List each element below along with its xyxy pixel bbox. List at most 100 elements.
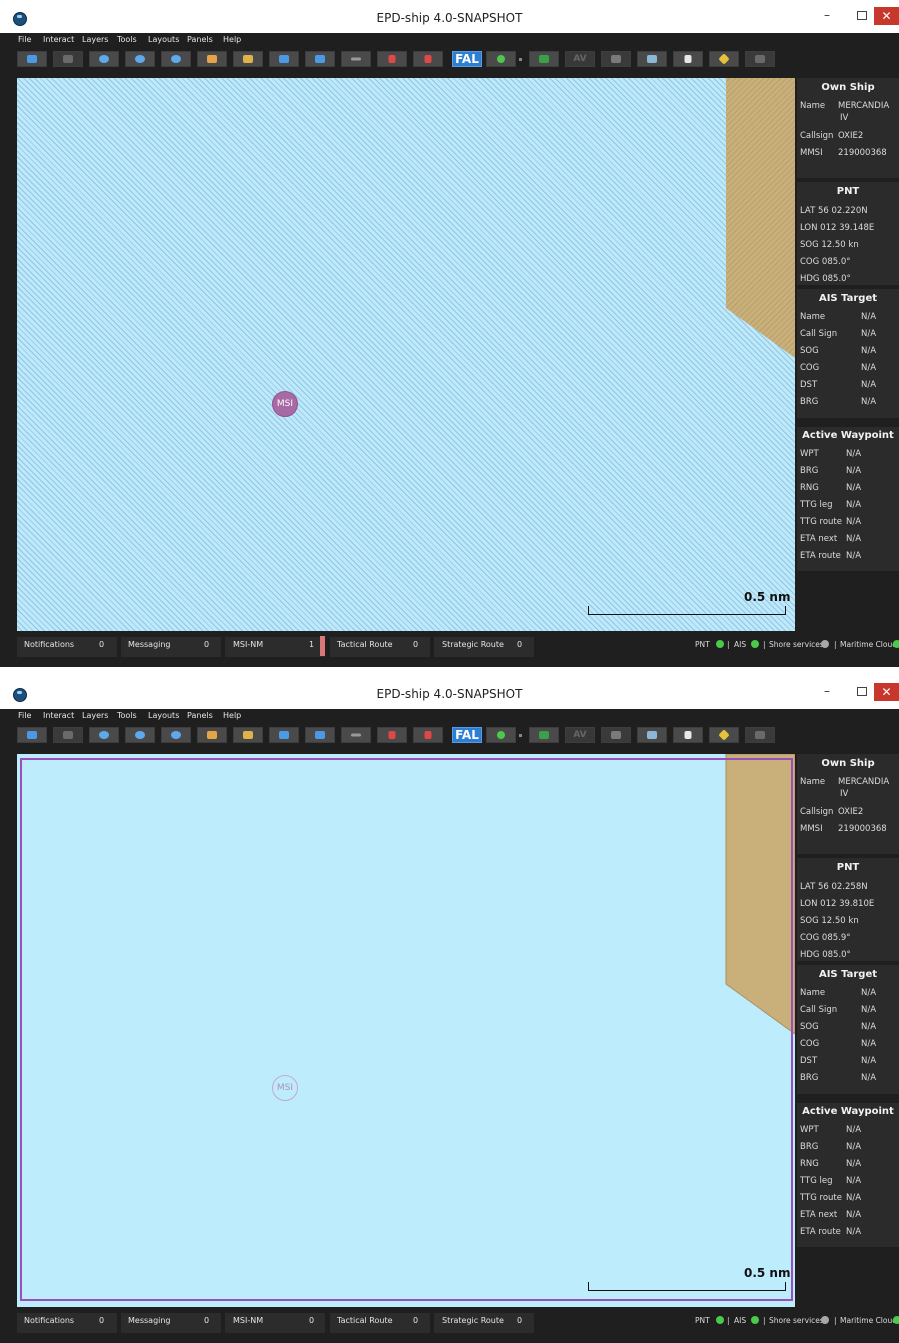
route-pin-button[interactable] (413, 51, 443, 67)
map-icon (647, 731, 657, 739)
tactical-route-label: Tactical Route (337, 640, 393, 649)
ais-name-label: Name (800, 312, 826, 322)
ais-sog-label: SOG (800, 1022, 819, 1032)
ais-callsign-label: Call Sign (800, 1005, 838, 1015)
nogo-button[interactable] (529, 51, 559, 67)
route-button[interactable] (305, 727, 335, 743)
zoom-fit-button[interactable] (161, 727, 191, 743)
menu-file[interactable]: File (18, 711, 31, 720)
document-button[interactable] (673, 51, 703, 67)
route-button[interactable] (305, 51, 335, 67)
menu-panels[interactable]: Panels (187, 711, 213, 720)
pnt-status-led (716, 640, 724, 648)
shore-services-label: Shore services (769, 640, 824, 649)
back-button[interactable] (17, 51, 47, 67)
fal-button[interactable]: FAL (452, 727, 482, 743)
layer-button[interactable] (601, 51, 631, 67)
minimize-button[interactable]: – (818, 683, 836, 701)
pnt-sog: SOG 12.50 kn (800, 916, 859, 926)
close-button[interactable]: ✕ (874, 683, 899, 701)
zoom-in-button[interactable] (89, 51, 119, 67)
ais-sog-label: SOG (800, 346, 819, 356)
ais-name-label: Name (800, 988, 826, 998)
menu-panels[interactable]: Panels (187, 35, 213, 44)
ttg-route-label: TTG route (800, 1193, 842, 1203)
new-waypoint-button[interactable] (377, 51, 407, 67)
chart-map[interactable]: MSI 0.5 nm (17, 754, 795, 1307)
shore-services-label: Shore services (769, 1316, 824, 1325)
ais-status-button[interactable] (486, 727, 516, 743)
messaging-label: Messaging (128, 640, 171, 649)
menu-file[interactable]: File (18, 35, 31, 44)
tactical-route-label: Tactical Route (337, 1316, 393, 1325)
center-button[interactable] (269, 51, 299, 67)
menu-help[interactable]: Help (223, 35, 241, 44)
menu-interact[interactable]: Interact (43, 35, 74, 44)
map-button[interactable] (637, 51, 667, 67)
zoom-fit-button[interactable] (161, 51, 191, 67)
menu-interact[interactable]: Interact (43, 711, 74, 720)
scale-label: 0.5 nm (744, 1266, 791, 1280)
ais-cog-value: N/A (861, 1039, 877, 1049)
status-bar: Notifications 0 Messaging 0 MSI-NM 1 Tac… (0, 634, 899, 662)
menu-tools[interactable]: Tools (117, 35, 137, 44)
chart-map[interactable]: MSI 0.5 nm (17, 78, 795, 631)
menu-layouts[interactable]: Layouts (148, 35, 179, 44)
warning-sign-button[interactable] (709, 727, 739, 743)
forward-button[interactable] (53, 51, 83, 67)
forward-button[interactable] (53, 727, 83, 743)
msi-nm-count: 0 (309, 1316, 315, 1325)
zoom-out-button[interactable] (125, 51, 155, 67)
status-bar: Notifications 0 Messaging 0 MSI-NM 0 Tac… (0, 1310, 899, 1338)
maritime-cloud-label: Maritime Cloud (840, 640, 897, 649)
maximize-button[interactable] (852, 683, 870, 701)
messaging-count: 0 (204, 1316, 210, 1325)
av-button[interactable]: AV (565, 51, 595, 67)
ruler-button[interactable] (233, 51, 263, 67)
tools-button[interactable] (341, 51, 371, 67)
close-button[interactable]: ✕ (874, 7, 899, 25)
ruler-icon (243, 55, 253, 63)
layer-button[interactable] (601, 727, 631, 743)
zoom-in-icon (99, 55, 109, 63)
msi-marker[interactable]: MSI (272, 391, 298, 417)
nogo-icon (539, 55, 549, 63)
ais-status-button[interactable] (486, 51, 516, 67)
ttg-leg-label: TTG leg (800, 500, 833, 510)
fal-button[interactable]: FAL (452, 51, 482, 67)
nogo-button[interactable] (529, 727, 559, 743)
pan-button[interactable] (197, 727, 227, 743)
maximize-button[interactable] (852, 7, 870, 25)
av-button[interactable]: AV (565, 727, 595, 743)
wpt-label: WPT (800, 449, 819, 459)
ruler-button[interactable] (233, 727, 263, 743)
minimize-button[interactable]: – (818, 7, 836, 25)
menu-tools[interactable]: Tools (117, 711, 137, 720)
zoom-out-icon (135, 55, 145, 63)
ais-dst-label: DST (800, 1056, 818, 1066)
document-button[interactable] (673, 727, 703, 743)
route-pin-button[interactable] (413, 727, 443, 743)
msi-area-boundary (20, 758, 793, 1301)
land-polygon (726, 78, 795, 358)
wp-rng-label: RNG (800, 483, 819, 493)
menu-help[interactable]: Help (223, 711, 241, 720)
zoom-out-button[interactable] (125, 727, 155, 743)
back-button[interactable] (17, 727, 47, 743)
center-button[interactable] (269, 727, 299, 743)
msi-marker[interactable]: MSI (272, 1075, 298, 1101)
map-button[interactable] (637, 727, 667, 743)
pnt-lon: LON 012 39.810E (800, 899, 875, 909)
settings-button[interactable] (745, 727, 775, 743)
menu-layers[interactable]: Layers (82, 35, 108, 44)
pan-button[interactable] (197, 51, 227, 67)
warning-sign-button[interactable] (709, 51, 739, 67)
settings-button[interactable] (745, 51, 775, 67)
tactical-route-count: 0 (413, 640, 419, 649)
own-ship-name-value-2: IV (840, 789, 849, 799)
tools-button[interactable] (341, 727, 371, 743)
new-waypoint-button[interactable] (377, 727, 407, 743)
zoom-in-button[interactable] (89, 727, 119, 743)
menu-layouts[interactable]: Layouts (148, 711, 179, 720)
menu-layers[interactable]: Layers (82, 711, 108, 720)
